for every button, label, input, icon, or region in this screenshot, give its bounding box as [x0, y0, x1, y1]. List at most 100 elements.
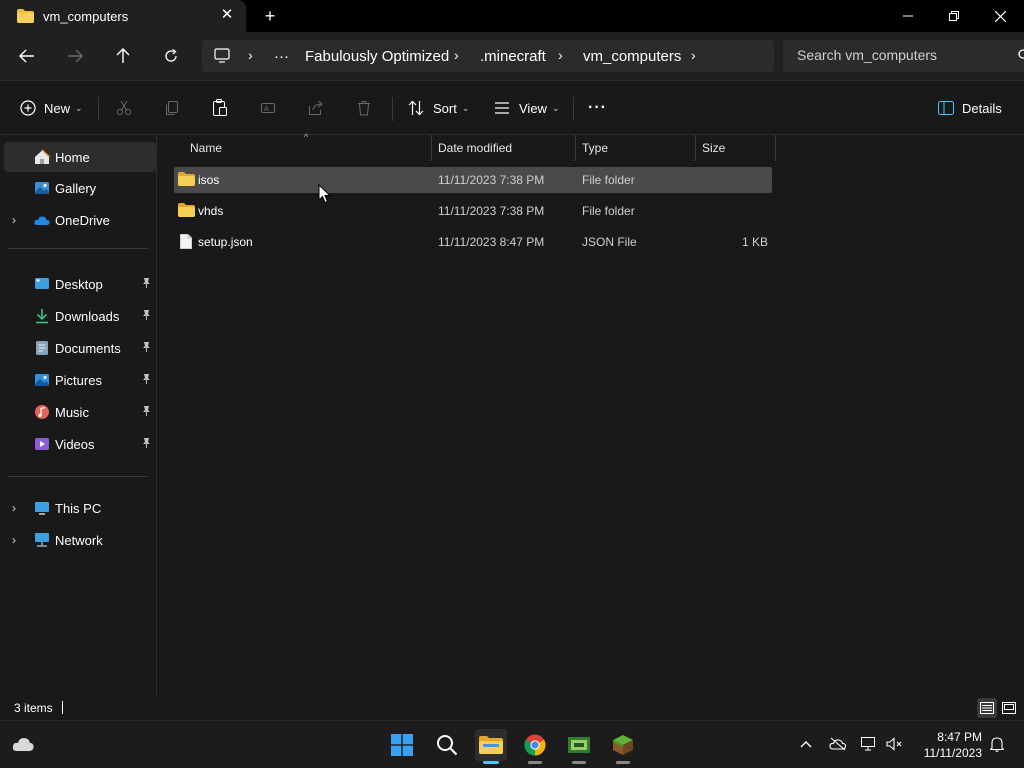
- breadcrumb-fabulously-optimized[interactable]: Fabulously Optimized: [305, 48, 449, 65]
- sidebar-item-home[interactable]: Home: [4, 142, 156, 172]
- chevron-down-icon: ⌄: [75, 102, 83, 113]
- details-pane-button[interactable]: Details: [938, 95, 1002, 121]
- breadcrumb-separator-icon[interactable]: ›: [691, 47, 696, 63]
- volume-tray-button[interactable]: [884, 733, 906, 755]
- up-button[interactable]: [111, 44, 135, 68]
- large-icons-view-button[interactable]: [999, 698, 1019, 718]
- forward-button[interactable]: [63, 44, 87, 68]
- share-button[interactable]: [308, 95, 324, 121]
- sidebar-item-videos[interactable]: Videos: [4, 429, 156, 459]
- downloads-icon: [34, 308, 50, 324]
- pin-icon[interactable]: [142, 437, 151, 451]
- windows-logo-icon: [391, 734, 413, 756]
- cut-button[interactable]: [116, 95, 132, 121]
- rename-button[interactable]: A: [260, 95, 276, 121]
- sort-button[interactable]: Sort ⌄: [408, 95, 469, 121]
- sidebar-item-network[interactable]: › Network: [4, 525, 156, 555]
- breadcrumb-separator-icon[interactable]: ›: [454, 47, 459, 63]
- pin-icon[interactable]: [142, 309, 151, 323]
- gallery-icon: [34, 180, 50, 196]
- breadcrumb-separator-icon[interactable]: ›: [558, 47, 563, 63]
- new-button[interactable]: New ⌄: [20, 95, 83, 121]
- sidebar-item-onedrive[interactable]: › OneDrive: [4, 205, 156, 235]
- minimize-button[interactable]: [885, 0, 931, 32]
- chevron-right-icon[interactable]: ›: [12, 533, 16, 547]
- sidebar-item-downloads[interactable]: Downloads: [4, 301, 156, 331]
- close-window-button[interactable]: [977, 0, 1023, 32]
- sidebar-item-this-pc[interactable]: › This PC: [4, 493, 156, 523]
- column-divider[interactable]: [575, 135, 576, 161]
- column-header-size[interactable]: Size: [702, 135, 725, 161]
- table-row[interactable]: vhds 11/11/2023 7:38 PM File folder: [174, 198, 772, 224]
- tab-close-icon[interactable]: ✕: [218, 6, 236, 24]
- table-row[interactable]: setup.json 11/11/2023 8:47 PM JSON File …: [174, 229, 772, 255]
- pin-icon[interactable]: [142, 341, 151, 355]
- running-indicator: [572, 761, 586, 764]
- chevron-right-icon[interactable]: ›: [12, 213, 16, 227]
- onedrive-tray-button[interactable]: [827, 733, 849, 755]
- network-tray-button[interactable]: [858, 733, 880, 755]
- tab-vm-computers[interactable]: vm_computers ✕: [0, 0, 246, 32]
- file-name: setup.json: [198, 235, 253, 249]
- delete-button[interactable]: [356, 95, 372, 121]
- chrome-icon: [524, 734, 546, 756]
- details-view-icon: [980, 702, 994, 714]
- chevron-right-icon[interactable]: ›: [12, 501, 16, 515]
- restore-button[interactable]: [931, 0, 977, 32]
- pictures-icon: [34, 372, 50, 388]
- sidebar-item-music[interactable]: Music: [4, 397, 156, 427]
- more-options-button[interactable]: ···: [588, 95, 607, 121]
- breadcrumb-vm-computers[interactable]: vm_computers: [583, 48, 681, 65]
- file-type: File folder: [582, 204, 635, 218]
- sidebar-item-label: Network: [55, 533, 103, 548]
- pin-icon[interactable]: [142, 373, 151, 387]
- column-divider[interactable]: [431, 135, 432, 161]
- search-box[interactable]: [783, 40, 1024, 72]
- column-divider[interactable]: [695, 135, 696, 161]
- pin-icon[interactable]: [142, 405, 151, 419]
- trash-icon: [358, 101, 370, 116]
- copy-button[interactable]: [164, 95, 180, 121]
- vm-app-taskbar-button[interactable]: [563, 729, 595, 764]
- command-bar: New ⌄ A Sort ⌄ View ⌄ ··· Details: [0, 80, 1024, 135]
- sidebar-item-pictures[interactable]: Pictures: [4, 365, 156, 395]
- pin-icon[interactable]: [142, 277, 151, 291]
- paste-button[interactable]: [212, 95, 228, 121]
- sidebar-item-documents[interactable]: Documents: [4, 333, 156, 363]
- show-hidden-icons-button[interactable]: [795, 733, 817, 755]
- search-taskbar-button[interactable]: [431, 729, 463, 761]
- sidebar-item-label: Home: [55, 150, 90, 165]
- refresh-button[interactable]: [159, 44, 183, 68]
- view-button[interactable]: View ⌄: [494, 95, 560, 121]
- column-divider[interactable]: [775, 135, 776, 161]
- column-header-name[interactable]: Name: [190, 135, 222, 161]
- sidebar-item-desktop[interactable]: Desktop: [4, 269, 156, 299]
- clock[interactable]: 8:47 PM 11/11/2023: [912, 729, 982, 761]
- file-explorer-taskbar-button[interactable]: [475, 729, 507, 764]
- sidebar-item-gallery[interactable]: Gallery: [4, 173, 156, 203]
- chrome-taskbar-button[interactable]: [519, 729, 551, 764]
- breadcrumb-minecraft[interactable]: .minecraft: [480, 48, 546, 65]
- search-input[interactable]: [797, 47, 1017, 63]
- chevron-up-icon: [800, 741, 812, 748]
- minecraft-taskbar-button[interactable]: [607, 729, 639, 764]
- sort-ascending-icon: ^: [304, 132, 309, 142]
- refresh-icon: [165, 49, 177, 62]
- address-bar[interactable]: › ··· Fabulously Optimized › .minecraft …: [202, 40, 774, 72]
- clock-date: 11/11/2023: [923, 746, 982, 760]
- weather-widget[interactable]: [7, 729, 39, 761]
- back-button[interactable]: [15, 44, 39, 68]
- network-icon: [861, 737, 875, 751]
- navigation-pane: Home Gallery › OneDrive Desktop Download…: [0, 135, 157, 696]
- breadcrumb-separator-icon[interactable]: ›: [248, 47, 253, 63]
- new-tab-button[interactable]: +: [260, 5, 280, 27]
- breadcrumb-overflow[interactable]: ···: [274, 48, 289, 65]
- notifications-button[interactable]: [986, 733, 1008, 755]
- table-row[interactable]: isos 11/11/2023 7:38 PM File folder: [174, 167, 772, 193]
- column-header-date-modified[interactable]: Date modified: [438, 135, 512, 161]
- column-header-type[interactable]: Type: [582, 135, 608, 161]
- home-icon: [34, 149, 51, 165]
- start-button[interactable]: [386, 729, 418, 761]
- details-view-button[interactable]: [977, 698, 997, 718]
- search-icon: [1016, 49, 1024, 66]
